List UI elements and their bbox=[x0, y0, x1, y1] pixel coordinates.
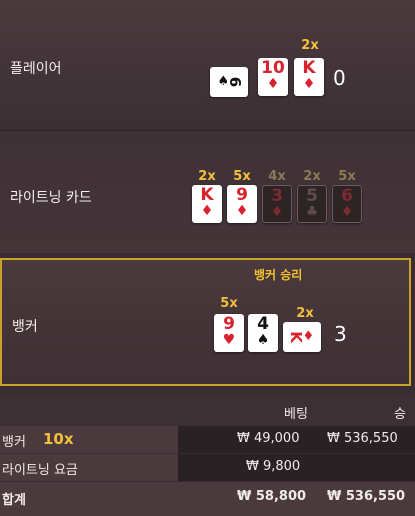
player-score: 0 bbox=[333, 66, 346, 90]
banker-row: 뱅커 승리 뱅커 5x 2x 9 ♥ 4 ♠ K ♦ 3 bbox=[0, 258, 411, 386]
bets-header: 베팅 승 bbox=[0, 396, 415, 426]
bet-amount: ₩ 49,000 bbox=[237, 431, 300, 446]
card-rank: 4 bbox=[257, 314, 269, 334]
total-bet: ₩ 58,800 bbox=[237, 489, 307, 504]
lightning-card-4: 5 ♣ bbox=[297, 185, 327, 223]
banker-card-3: K ♦ bbox=[283, 322, 321, 352]
lightning-card-2: 9 ♦ bbox=[227, 185, 257, 223]
card-rank: 9 bbox=[223, 314, 235, 334]
bet-row-label: 라이트닝 요금 bbox=[2, 463, 78, 478]
banker-multiplier-3: 2x bbox=[296, 306, 314, 321]
player-label: 플레이어 bbox=[10, 61, 62, 77]
card-rank: K bbox=[200, 185, 214, 205]
bet-row-banker: 뱅커 10x ₩ 49,000 ₩ 536,550 bbox=[0, 426, 415, 453]
player-card-1: ♠ 6 bbox=[210, 67, 248, 97]
card-suit: ♣ bbox=[305, 204, 319, 220]
bet-row-label: 뱅커 bbox=[2, 435, 26, 450]
card-suit: ♦ bbox=[266, 76, 280, 92]
card-rank: K bbox=[302, 58, 316, 78]
banker-score: 3 bbox=[334, 322, 347, 346]
multiplier-tag: 10x bbox=[43, 430, 74, 448]
card-rank: 3 bbox=[271, 186, 283, 206]
win-column-header: 승 bbox=[394, 407, 406, 422]
total-win: ₩ 536,550 bbox=[327, 489, 406, 504]
banker-win-label: 뱅커 승리 bbox=[254, 268, 303, 282]
player-multiplier: 2x bbox=[301, 38, 319, 53]
banker-card-2: 4 ♠ bbox=[248, 314, 278, 352]
card-rank: 10 bbox=[261, 58, 285, 78]
card-rank: 6 bbox=[341, 186, 353, 206]
player-row: 플레이어 2x ♠ 6 10 ♦ K ♦ 0 bbox=[0, 0, 415, 130]
card-rank: 6 bbox=[226, 76, 245, 88]
card-rank: 5 bbox=[306, 186, 318, 206]
banker-multiplier-1: 5x bbox=[220, 296, 238, 311]
row-label-bg bbox=[0, 426, 178, 453]
lightning-multiplier-5: 5x bbox=[338, 169, 356, 184]
card-suit: ♦ bbox=[200, 203, 214, 219]
card-suit: ♦ bbox=[270, 204, 284, 220]
card-rank: K bbox=[286, 331, 305, 343]
total-label: 합계 bbox=[2, 493, 26, 508]
lightning-multiplier-3: 4x bbox=[268, 169, 286, 184]
player-card-3: K ♦ bbox=[294, 58, 324, 96]
bet-amount: ₩ 9,800 bbox=[246, 459, 301, 474]
card-suit: ♠ bbox=[256, 332, 270, 348]
lightning-multiplier-2: 5x bbox=[233, 169, 251, 184]
player-card-2: 10 ♦ bbox=[258, 58, 288, 96]
bet-total-row: 합계 ₩ 58,800 ₩ 536,550 bbox=[0, 482, 415, 516]
card-rank: 9 bbox=[236, 185, 248, 205]
card-suit: ♦ bbox=[235, 203, 249, 219]
lightning-label: 라이트닝 카드 bbox=[10, 190, 92, 206]
lightning-row: 라이트닝 카드 2x 5x 4x 2x 5x K ♦ 9 ♦ 3 ♦ 5 ♣ 6… bbox=[0, 130, 415, 253]
lightning-multiplier-1: 2x bbox=[198, 169, 216, 184]
lightning-card-3: 3 ♦ bbox=[262, 185, 292, 223]
card-suit: ♥ bbox=[222, 332, 236, 348]
banker-label: 뱅커 bbox=[12, 319, 38, 335]
lightning-card-5: 6 ♦ bbox=[332, 185, 362, 223]
card-suit: ♦ bbox=[340, 204, 354, 220]
lightning-card-1: K ♦ bbox=[192, 185, 222, 223]
banker-card-1: 9 ♥ bbox=[214, 314, 244, 352]
bet-column-header: 베팅 bbox=[284, 407, 308, 422]
card-suit: ♦ bbox=[302, 76, 316, 92]
bet-row-lightning-fee: 라이트닝 요금 ₩ 9,800 bbox=[0, 454, 415, 481]
lightning-multiplier-4: 2x bbox=[303, 169, 321, 184]
win-amount: ₩ 536,550 bbox=[327, 431, 398, 446]
